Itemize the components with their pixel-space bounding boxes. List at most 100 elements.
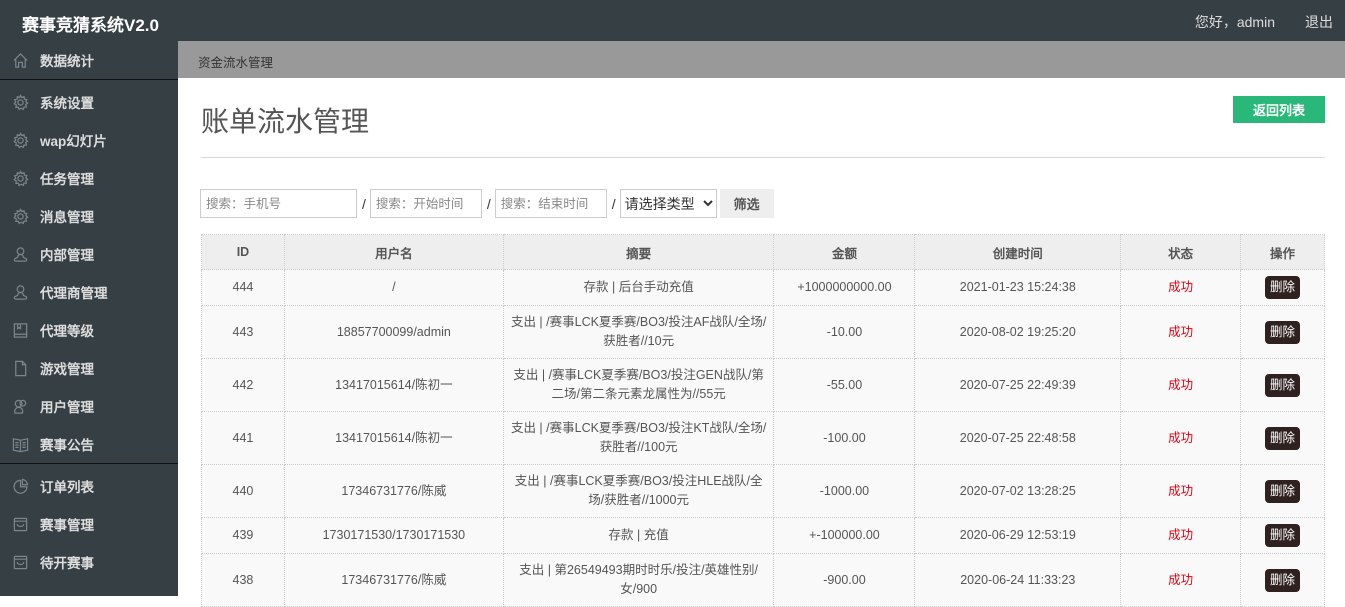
delete-button[interactable]: 删除 — [1265, 426, 1301, 450]
status-badge: 成功 — [1120, 411, 1242, 465]
start-time-input[interactable] — [369, 189, 482, 218]
cell-summary: 支出 | /赛事LCK夏季赛/BO3/投注GEN战队/第二场/第二条元素龙属性为… — [502, 358, 775, 412]
column-header: 状态 — [1120, 234, 1242, 270]
logout-link[interactable]: 退出 — [1305, 12, 1333, 32]
cell-username: 13417015614/陈初一 — [283, 411, 504, 465]
column-header: 创建时间 — [914, 234, 1122, 270]
cell-summary: 支出 | /赛事LCK夏季赛/BO3/投注AF战队/全场/获胜者//10元 — [502, 305, 775, 359]
delete-button[interactable]: 删除 — [1265, 479, 1301, 503]
breadcrumb-bar: 资金流水管理 — [178, 41, 1345, 78]
sidebar-item-label: wap幻灯片 — [40, 134, 107, 149]
sidebar-item[interactable]: 消息管理 — [0, 197, 178, 235]
pie-chart-icon — [11, 477, 29, 495]
phone-search-input[interactable] — [200, 189, 357, 218]
table-row: 438 17346731776/陈威 支出 | 第26549493期时时乐/投注/英… — [201, 553, 1325, 607]
sidebar-item-label: 代理商管理 — [40, 286, 108, 301]
cell-created-time: 2020-06-24 11:33:23 — [914, 553, 1122, 607]
status-badge: 成功 — [1120, 269, 1242, 306]
sidebar-item[interactable]: 用户管理 — [0, 387, 178, 425]
cell-username: 17346731776/陈威 — [283, 464, 504, 518]
cell-id: 443 — [201, 305, 285, 359]
sidebar-item-label: 消息管理 — [40, 210, 94, 225]
type-select[interactable]: 请选择类型 — [619, 189, 717, 218]
sidebar-item-label: 游戏管理 — [40, 362, 94, 377]
delete-button[interactable]: 删除 — [1265, 568, 1301, 592]
sidebar-item[interactable]: 任务管理 — [0, 159, 178, 197]
cell-summary: 存款 | 充值 — [502, 517, 775, 554]
cell-summary: 存款 | 后台手动充值 — [502, 269, 775, 306]
delete-button[interactable]: 删除 — [1265, 276, 1301, 299]
sidebar-item[interactable]: 代理等级 — [0, 311, 178, 349]
cell-created-time: 2021-01-23 15:24:38 — [914, 269, 1122, 306]
user-icon — [11, 283, 29, 301]
table-row: 442 13417015614/陈初一 支出 | /赛事LCK夏季赛/BO3/投注G… — [201, 358, 1325, 412]
sidebar-item[interactable]: wap幻灯片 — [0, 121, 178, 159]
page-title: 账单流水管理 — [201, 106, 370, 137]
sidebar-item-label: 订单列表 — [40, 480, 94, 495]
sidebar-item[interactable]: 游戏管理 — [0, 349, 178, 387]
app-title: 赛事竞猜系统V2.0 — [22, 16, 159, 35]
sidebar-item[interactable]: 待开赛事 — [0, 543, 178, 581]
cell-summary: 支出 | /赛事LCK夏季赛/BO3/投注HLE战队/全场/获胜者//1000元 — [502, 464, 775, 518]
status-badge: 成功 — [1120, 553, 1242, 607]
delete-button[interactable]: 删除 — [1265, 320, 1301, 344]
cell-amount: -1000.00 — [773, 464, 916, 518]
sidebar-item[interactable]: 赛事管理 — [0, 505, 178, 543]
table-header-row: ID 用户名 摘要 金额 创建时间 状态 操作 — [201, 234, 1325, 270]
open-book-icon — [11, 435, 29, 453]
cell-id: 441 — [201, 411, 285, 465]
cell-username: / — [283, 269, 504, 306]
cell-created-time: 2020-07-25 22:48:58 — [914, 411, 1122, 465]
top-bar: 赛事竞猜系统V2.0 您好，admin 退出 — [0, 0, 1345, 41]
sidebar-item-label: 任务管理 — [40, 172, 94, 187]
sidebar-item[interactable]: 数据统计 — [0, 41, 178, 79]
cell-actions: 删除 — [1240, 517, 1325, 554]
column-header: ID — [201, 234, 285, 270]
column-header: 摘要 — [502, 234, 775, 270]
user-greeting[interactable]: 您好，admin — [1195, 12, 1275, 32]
column-header: 用户名 — [283, 234, 504, 270]
cell-amount: -55.00 — [773, 358, 916, 412]
file-icon — [11, 359, 29, 377]
cell-actions: 删除 — [1240, 358, 1325, 412]
cell-amount: -100.00 — [773, 411, 916, 465]
book-icon — [11, 321, 29, 339]
cell-username: 13417015614/陈初一 — [283, 358, 504, 412]
column-header: 操作 — [1240, 234, 1325, 270]
cell-amount: -900.00 — [773, 553, 916, 607]
table-row: 443 18857700099/admin 支出 | /赛事LCK夏季赛/BO3/投… — [201, 305, 1325, 359]
users-icon — [11, 397, 29, 415]
sidebar-item-label: 代理等级 — [40, 324, 94, 339]
back-to-list-button[interactable]: 返回列表 — [1233, 96, 1325, 123]
sidebar-item-label: 用户管理 — [40, 400, 94, 415]
sidebar-item[interactable]: 订单列表 — [0, 467, 178, 505]
inbox-icon — [11, 515, 29, 533]
sidebar-item-label: 赛事管理 — [40, 518, 94, 533]
sidebar-item-label: 内部管理 — [40, 248, 94, 263]
sidebar-item[interactable]: 内部管理 — [0, 235, 178, 273]
cell-created-time: 2020-08-02 19:25:20 — [914, 305, 1122, 359]
cell-actions: 删除 — [1240, 411, 1325, 465]
cell-id: 440 — [201, 464, 285, 518]
cell-actions: 删除 — [1240, 305, 1325, 359]
column-header: 金额 — [773, 234, 916, 270]
table-row: 439 1730171530/1730171530 存款 | 充值 +-100000.… — [201, 517, 1325, 554]
table-row: 444/存款 | 后台手动充值 +1000000000.00 2021-01-23 … — [201, 269, 1325, 306]
end-time-input[interactable] — [494, 189, 607, 218]
cell-summary: 支出 | /赛事LCK夏季赛/BO3/投注KT战队/全场/获胜者//100元 — [502, 411, 775, 465]
cell-actions: 删除 — [1240, 269, 1325, 306]
sidebar-item[interactable]: 系统设置 — [0, 83, 178, 121]
separator: / — [611, 195, 616, 212]
table-row: 441 13417015614/陈初一 支出 | /赛事LCK夏季赛/BO3/投注K… — [201, 411, 1325, 465]
cell-created-time: 2020-07-02 13:28:25 — [914, 464, 1122, 518]
sidebar-item-label: 数据统计 — [40, 54, 94, 69]
status-badge: 成功 — [1120, 358, 1242, 412]
filter-button[interactable]: 筛选 — [719, 189, 774, 218]
cell-id: 439 — [201, 517, 285, 554]
sidebar-item[interactable]: 代理商管理 — [0, 273, 178, 311]
sidebar-item[interactable]: 赛事公告 — [0, 425, 178, 463]
cell-id: 444 — [201, 269, 285, 306]
delete-button[interactable]: 删除 — [1265, 524, 1301, 547]
status-badge: 成功 — [1120, 305, 1242, 359]
delete-button[interactable]: 删除 — [1265, 373, 1301, 397]
